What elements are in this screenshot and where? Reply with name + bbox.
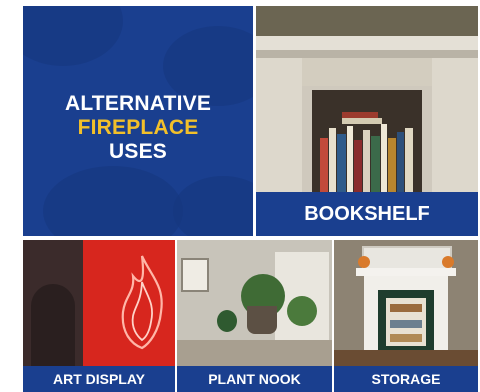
plant-pot	[247, 306, 277, 334]
wood-floor	[334, 350, 478, 366]
plant-foliage-right	[287, 296, 317, 326]
art-display-caption: ART DISPLAY	[23, 366, 175, 392]
pumpkin-decor-left	[358, 256, 370, 268]
small-plant	[217, 310, 237, 332]
art-display-photo-panel: ART DISPLAY	[23, 240, 175, 392]
title-line-2-highlight: FIREPLACE	[77, 116, 199, 139]
plant-nook-caption: PLANT NOOK	[177, 366, 332, 392]
title-line-3: USES	[109, 140, 167, 163]
storage-shelves	[386, 298, 426, 346]
neon-flame-icon	[121, 255, 163, 350]
mantel-shadow	[256, 50, 478, 58]
bookshelf-photo-panel: BOOKSHELF	[256, 6, 478, 236]
mantel-top	[256, 36, 478, 50]
page-title: ALTERNATIVE FIREPLACE USES	[23, 92, 253, 164]
title-line-1: ALTERNATIVE	[64, 92, 212, 115]
mantel-shelf-decor	[256, 6, 478, 36]
fireplace-pillar-left	[256, 58, 302, 198]
fireplace-arch	[31, 284, 75, 366]
title-panel: ALTERNATIVE FIREPLACE USES	[23, 6, 253, 236]
firebox-with-books	[312, 90, 422, 198]
floor	[177, 340, 332, 366]
storage-caption: STORAGE	[334, 366, 478, 392]
mantel-shelf	[356, 268, 456, 276]
pumpkin-decor-right	[442, 256, 454, 268]
storage-photo-panel: STORAGE	[334, 240, 478, 392]
infographic: ALTERNATIVE FIREPLACE USES BOOKSHELF ART…	[0, 0, 480, 392]
plant-nook-photo-panel: PLANT NOOK	[177, 240, 332, 392]
bookshelf-caption: BOOKSHELF	[256, 192, 478, 236]
fireplace-frieze	[302, 58, 432, 86]
fireplace-pillar-right	[432, 58, 478, 198]
wall-art-frame	[181, 258, 209, 292]
